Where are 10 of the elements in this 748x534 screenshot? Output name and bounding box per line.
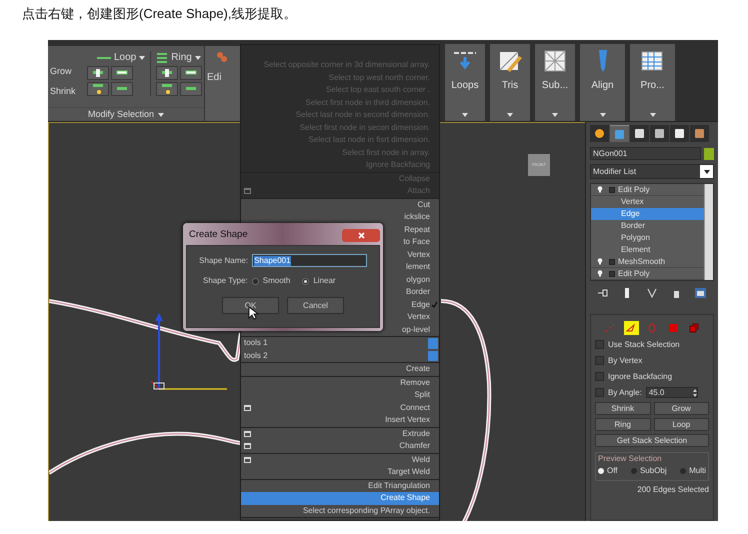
dialog-title: Create Shape <box>189 228 248 242</box>
caption: 点击右键，创建图形(Create Shape),线形提取。 <box>21 5 298 23</box>
checkbox-label: By Angle: <box>608 386 642 398</box>
field-label: Shape Name: <box>199 254 250 266</box>
group-title: Preview Selection <box>598 453 663 465</box>
selection-status: 200 Edges Selected <box>636 484 709 496</box>
checkbox-label: By Vertex <box>608 354 642 366</box>
checkbox-label: Use Stack Selection <box>608 338 680 350</box>
checkbox-label: Ignore Backfacing <box>608 370 672 382</box>
field-label: Shape Type: <box>203 275 248 287</box>
